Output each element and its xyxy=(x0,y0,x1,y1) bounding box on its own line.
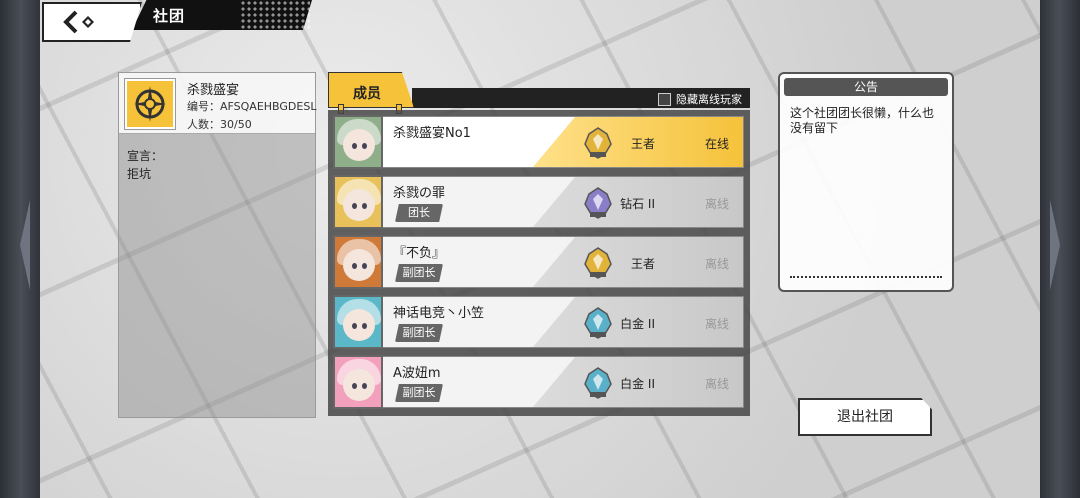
guild-member-count: 人数：30/50 xyxy=(187,118,252,131)
guild-screen: 社团 杀戮盛宴 编号：AFSQAEHBGDESL 人数：30/50 宣言： 拒坑… xyxy=(40,0,1040,498)
avatar[interactable] xyxy=(333,235,383,289)
online-status: 离线 xyxy=(704,317,729,331)
avatar[interactable] xyxy=(333,175,383,229)
rank-name: 白金 II xyxy=(620,317,655,331)
rank-zone: 王者 在线 xyxy=(533,117,743,167)
guild-info-panel: 杀戮盛宴 编号：AFSQAEHBGDESL 人数：30/50 宣言： 拒坑 xyxy=(118,72,316,418)
tab-members-label: 成员 xyxy=(353,86,381,102)
avatar[interactable] xyxy=(333,115,383,169)
halftone-decoration xyxy=(240,0,310,30)
member-name: 『不负』 xyxy=(393,246,446,261)
member-name: 杀戮の罪 xyxy=(393,186,446,201)
member-row[interactable]: 『不负』 副团长 王者 离线 xyxy=(333,235,744,289)
quit-guild-button[interactable]: 退出社团 xyxy=(798,398,932,436)
member-name: 神话电竞丶小笠 xyxy=(393,306,485,321)
role-tag: 副团长 xyxy=(395,384,443,402)
tab-members[interactable]: 成员 xyxy=(328,72,414,108)
right-frame xyxy=(1038,0,1080,498)
online-status: 离线 xyxy=(704,377,729,391)
rank-badge-icon xyxy=(584,307,612,339)
rank-name: 白金 II xyxy=(620,377,655,391)
rank-zone: 白金 II 离线 xyxy=(533,297,743,347)
right-arrow-icon xyxy=(1050,200,1060,290)
guild-info-header: 杀戮盛宴 编号：AFSQAEHBGDESL 人数：30/50 xyxy=(119,73,317,134)
checkbox-icon[interactable] xyxy=(658,92,671,106)
online-status: 离线 xyxy=(704,257,729,271)
back-arrow-icon xyxy=(63,10,94,34)
declaration-label: 宣言： xyxy=(127,149,164,163)
avatar[interactable] xyxy=(333,355,383,409)
avatar[interactable] xyxy=(333,295,383,349)
announcement-text: 这个社团团长很懒，什么也没有留下 xyxy=(790,106,935,135)
divider xyxy=(790,276,942,278)
hide-offline-label: 隐藏离线玩家 xyxy=(676,93,742,106)
member-list[interactable]: 杀戮盛宴No1 王者 在线 杀戮の罪 团长 钻石 II 离线 『不负』 副团长 … xyxy=(328,110,750,416)
top-bar: 社团 xyxy=(40,0,1040,46)
guild-emblem-icon xyxy=(125,79,175,129)
page-title: 社团 xyxy=(153,7,186,25)
online-status: 在线 xyxy=(704,137,729,151)
rank-name: 王者 xyxy=(630,257,655,271)
left-arrow-icon xyxy=(20,200,30,290)
role-tag: 团长 xyxy=(395,204,443,222)
rank-badge-icon xyxy=(584,187,612,219)
online-status: 离线 xyxy=(704,197,729,211)
member-name: A波妞m xyxy=(393,366,441,381)
guild-id: 编号：AFSQAEHBGDESL xyxy=(187,100,317,113)
hide-offline-toggle[interactable]: 隐藏离线玩家 xyxy=(658,91,742,107)
rank-name: 钻石 II xyxy=(620,197,655,211)
role-tag: 副团长 xyxy=(395,324,443,342)
guild-name: 杀戮盛宴 xyxy=(187,83,240,98)
rank-zone: 钻石 II 离线 xyxy=(533,177,743,227)
member-row[interactable]: 杀戮盛宴No1 王者 在线 xyxy=(333,115,744,169)
member-row[interactable]: 杀戮の罪 团长 钻石 II 离线 xyxy=(333,175,744,229)
rank-badge-icon xyxy=(584,127,612,159)
rank-name: 王者 xyxy=(630,137,655,151)
left-frame xyxy=(0,0,42,498)
back-button[interactable] xyxy=(42,2,142,42)
announcement-title: 公告 xyxy=(784,78,948,96)
member-row[interactable]: A波妞m 副团长 白金 II 离线 xyxy=(333,355,744,409)
declaration-text: 拒坑 xyxy=(127,167,152,181)
rank-badge-icon xyxy=(584,247,612,279)
role-tag: 副团长 xyxy=(395,264,443,282)
rank-badge-icon xyxy=(584,367,612,399)
member-row[interactable]: 神话电竞丶小笠 副团长 白金 II 离线 xyxy=(333,295,744,349)
members-panel: 隐藏离线玩家 成员 杀戮盛宴No1 王者 在线 杀戮の罪 团长 钻石 II 离线… xyxy=(328,72,750,416)
rank-zone: 王者 离线 xyxy=(533,237,743,287)
member-name: 杀戮盛宴No1 xyxy=(393,126,471,141)
rank-zone: 白金 II 离线 xyxy=(533,357,743,407)
announcement-panel: 公告 这个社团团长很懒，什么也没有留下 xyxy=(778,72,954,292)
members-bar: 隐藏离线玩家 xyxy=(412,88,750,108)
